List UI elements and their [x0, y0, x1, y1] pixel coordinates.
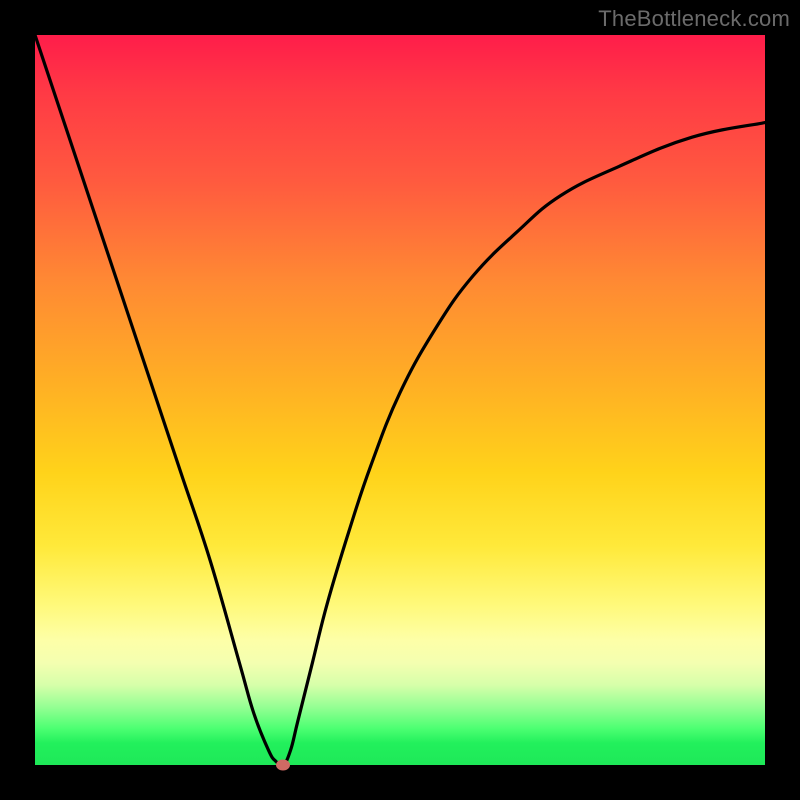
watermark-text: TheBottleneck.com — [598, 6, 790, 32]
minimum-marker-dot — [276, 760, 290, 771]
chart-frame: TheBottleneck.com — [0, 0, 800, 800]
plot-area — [35, 35, 765, 765]
bottleneck-curve — [35, 35, 765, 765]
